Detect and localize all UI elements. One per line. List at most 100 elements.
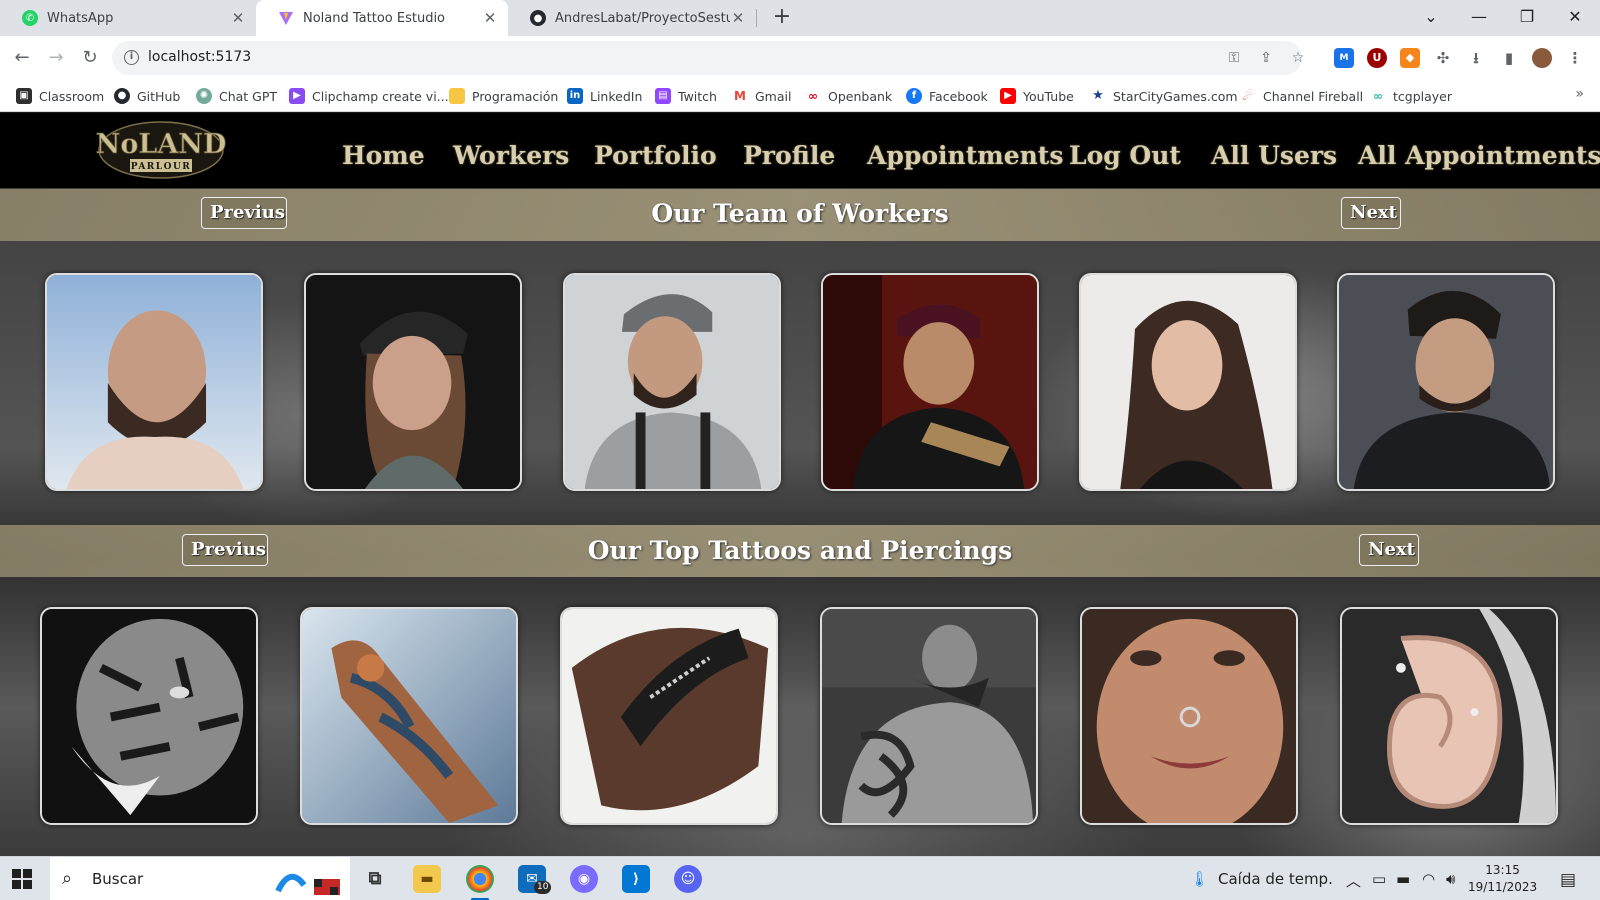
worker-card[interactable] [1337, 273, 1555, 491]
bookmark-item[interactable]: ● GitHub [114, 87, 180, 105]
bookmark-label: tcgplayer [1393, 88, 1453, 104]
tattoo-card[interactable] [1080, 607, 1298, 825]
close-tab-icon[interactable]: ✕ [230, 9, 246, 27]
tattoo-card[interactable] [820, 607, 1038, 825]
bookmark-item[interactable]: f Facebook [906, 87, 988, 105]
metamask-icon[interactable]: ◆ [1400, 48, 1420, 68]
tab-separator [756, 9, 757, 27]
bookmark-item[interactable]: ∞ tcgplayer [1370, 87, 1452, 105]
worker-card[interactable] [563, 273, 781, 491]
linkedin-icon: in [567, 88, 583, 104]
bookmark-item[interactable]: ∞ Openbank [805, 87, 892, 105]
bookmark-item[interactable]: ★ StarCityGames.com [1090, 87, 1238, 105]
tab-noland[interactable]: Noland Tattoo Estudio ✕ [256, 0, 508, 36]
worker-photo [823, 275, 1037, 489]
bookmark-item[interactable]: ▶ YouTube [1000, 87, 1074, 105]
key-icon[interactable]: ⚿ [1224, 48, 1244, 68]
extensions-puzzle-icon[interactable]: ✣ [1433, 48, 1453, 68]
tab-search-chevron-icon[interactable]: ⌄ [1408, 0, 1454, 36]
show-hidden-icons-icon[interactable]: ︿ [1346, 870, 1361, 891]
tab-github[interactable]: ● AndresLabat/ProyectoSestudioD ✕ [508, 0, 756, 36]
notifications-icon[interactable]: ▤ [1560, 870, 1576, 890]
bookmark-item[interactable]: ▶ Clipchamp create vi... [289, 87, 449, 105]
ublock-icon[interactable]: U [1367, 48, 1387, 68]
vscode-icon[interactable]: ⟩ [622, 865, 650, 893]
back-button[interactable]: ← [8, 44, 36, 72]
close-window-button[interactable]: ✕ [1552, 0, 1598, 36]
workers-next-button[interactable]: Next [1341, 197, 1401, 229]
bookmark-item[interactable]: ☄ Channel Fireball [1240, 87, 1363, 105]
folder-icon [449, 88, 465, 104]
taskbar-search[interactable]: ⌕ Buscar [50, 857, 350, 900]
bookmark-item[interactable]: ✺ Chat GPT [196, 87, 277, 105]
bookmark-label: Chat GPT [219, 88, 278, 104]
openbank-icon: ∞ [805, 88, 821, 104]
task-view-icon[interactable]: ⧉ [361, 865, 389, 893]
more-bookmarks-icon[interactable]: » [1575, 86, 1584, 102]
close-tab-icon[interactable]: ✕ [730, 9, 746, 27]
extension-m-icon[interactable]: M [1334, 48, 1354, 68]
fireball-icon: ☄ [1240, 88, 1256, 104]
clock-date: 19/11/2023 [1468, 880, 1538, 894]
tattoos-next-button[interactable]: Next [1359, 534, 1419, 566]
svg-text:NoLAND: NoLAND [96, 129, 226, 160]
share-icon[interactable]: ⇪ [1256, 48, 1276, 68]
bookmark-label: Channel Fireball [1263, 88, 1364, 104]
reload-button[interactable]: ↻ [76, 44, 104, 72]
site-info-icon[interactable]: i [124, 50, 139, 65]
nav-all-appointments[interactable]: All Appointments [1358, 141, 1600, 170]
tattoo-card[interactable] [1340, 607, 1558, 825]
worker-photo [565, 275, 779, 489]
noland-logo[interactable]: NoLAND PARLOUR [95, 119, 227, 179]
weather-text[interactable]: Caída de temp. [1218, 870, 1333, 888]
worker-card[interactable] [45, 273, 263, 491]
profile-avatar[interactable] [1532, 48, 1552, 68]
tattoo-card[interactable] [300, 607, 518, 825]
chrome-icon[interactable] [466, 865, 494, 893]
bookmark-item[interactable]: ▤ Twitch [655, 87, 717, 105]
search-highlight-icon [275, 873, 340, 895]
nav-log-out[interactable]: Log Out [1069, 141, 1181, 170]
search-icon: ⌕ [62, 868, 73, 889]
tattoo-card[interactable] [40, 607, 258, 825]
bookmark-item[interactable]: ▣ Classroom [16, 87, 104, 105]
worker-card[interactable] [1079, 273, 1297, 491]
device-icon[interactable]: ▭ [1372, 870, 1386, 888]
tattoos-previous-button[interactable]: Previus [182, 534, 268, 566]
side-panel-icon[interactable]: ▮ [1499, 48, 1519, 68]
chrome-menu-icon[interactable]: ⋮ [1565, 48, 1585, 68]
close-tab-icon[interactable]: ✕ [482, 9, 498, 27]
bookmark-label: StarCityGames.com [1113, 88, 1238, 104]
new-tab-button[interactable]: + [768, 4, 796, 32]
windows-start-icon[interactable] [12, 869, 32, 889]
system-clock[interactable]: 13:15 19/11/2023 [1468, 862, 1537, 896]
forward-button[interactable]: → [42, 44, 70, 72]
battery-icon[interactable]: ▬ [1396, 870, 1410, 888]
file-explorer-icon[interactable]: ▬ [413, 865, 441, 893]
discord-icon[interactable]: ☺ [674, 865, 702, 893]
address-bar[interactable]: i localhost:5173 ⚿ ⇪ ☆ [112, 41, 1304, 75]
nav-home[interactable]: Home [342, 141, 425, 170]
app-icon[interactable]: ◉ [570, 865, 598, 893]
bookmarks-bar: ▣ Classroom ● GitHub ✺ Chat GPT ▶ Clipchamp … [0, 80, 1600, 112]
worker-card[interactable] [821, 273, 1039, 491]
bookmark-item[interactable]: in LinkedIn [567, 87, 642, 105]
bookmark-folder[interactable]: Programación [449, 87, 558, 105]
nav-profile[interactable]: Profile [743, 141, 835, 170]
nav-all-users[interactable]: All Users [1211, 141, 1337, 170]
nav-workers[interactable]: Workers [453, 141, 569, 170]
bookmark-item[interactable]: M Gmail [732, 87, 791, 105]
workers-previous-button[interactable]: Previus [201, 197, 287, 229]
worker-card[interactable] [304, 273, 522, 491]
volume-icon[interactable]: 🔊︎ [1446, 870, 1455, 888]
tab-whatsapp[interactable]: ✆ WhatsApp ✕ [0, 0, 256, 36]
nav-portfolio[interactable]: Portfolio [594, 141, 717, 170]
restore-button[interactable]: ❐ [1504, 0, 1550, 36]
download-icon[interactable]: ⭳ [1466, 48, 1486, 68]
bookmark-star-icon[interactable]: ☆ [1288, 48, 1308, 68]
browser-toolbar: ← → ↻ i localhost:5173 ⚿ ⇪ ☆ M U ◆ ✣ ⭳ ▮… [0, 36, 1600, 80]
tattoo-card[interactable] [560, 607, 778, 825]
nav-appointments[interactable]: Appointments [867, 141, 1063, 170]
minimize-button[interactable]: — [1456, 0, 1502, 36]
wifi-icon[interactable]: ◠ [1422, 870, 1435, 888]
